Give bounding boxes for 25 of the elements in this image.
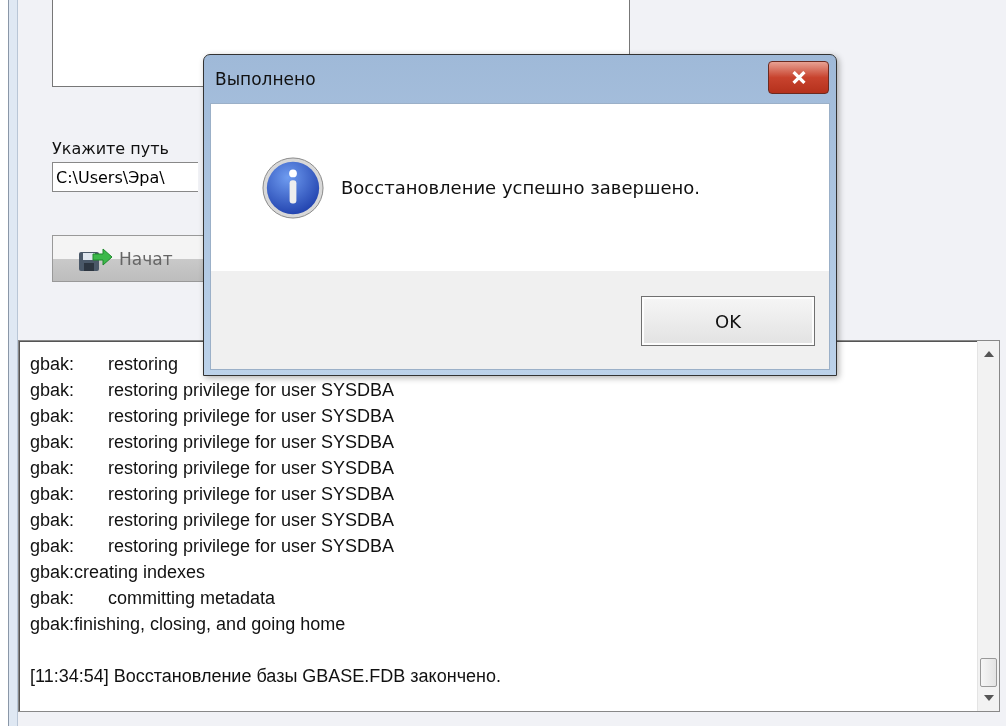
scroll-up-arrow-icon[interactable]: [983, 351, 994, 357]
path-field[interactable]: C:\Users\Эра\: [52, 162, 198, 192]
log-line: [11:34:54] Восстановление базы GBASE.FDB закончено.: [30, 665, 501, 688]
log-line: gbak: restoring privilege for user SYSDBA: [30, 509, 395, 532]
log-line: gbak: restoring privilege for user SYSDBA: [30, 405, 395, 428]
log-line: gbak: committing metadata: [30, 587, 276, 610]
scrollbar[interactable]: [977, 341, 999, 711]
close-button[interactable]: [768, 60, 829, 94]
scroll-down-arrow-icon[interactable]: [983, 695, 994, 701]
dialog-title: Выполнено: [215, 69, 316, 89]
log-line: gbak:creating indexes: [30, 561, 206, 584]
log-line: gbak: restoring: [30, 353, 179, 376]
log-line: gbak: restoring privilege for user SYSDBA: [30, 457, 395, 480]
ok-button[interactable]: OK: [641, 296, 815, 346]
log-line: gbak: restoring privilege for user SYSDBA: [30, 535, 395, 558]
floppy-disk-icon: [77, 245, 113, 272]
log-line: gbak: restoring privilege for user SYSDBA: [30, 379, 395, 402]
path-label: Укажите путь: [52, 139, 169, 158]
log-line: gbak: restoring privilege for user SYSDBA: [30, 431, 395, 454]
info-icon: [262, 156, 324, 219]
log-line: gbak:finishing, closing, and going home: [30, 613, 346, 636]
log-line: gbak: restoring privilege for user SYSDBA: [30, 483, 395, 506]
scrollbar-thumb[interactable]: [980, 658, 997, 687]
close-icon: [790, 70, 807, 84]
dialog-message: Восстановление успешно завершено.: [341, 177, 701, 198]
